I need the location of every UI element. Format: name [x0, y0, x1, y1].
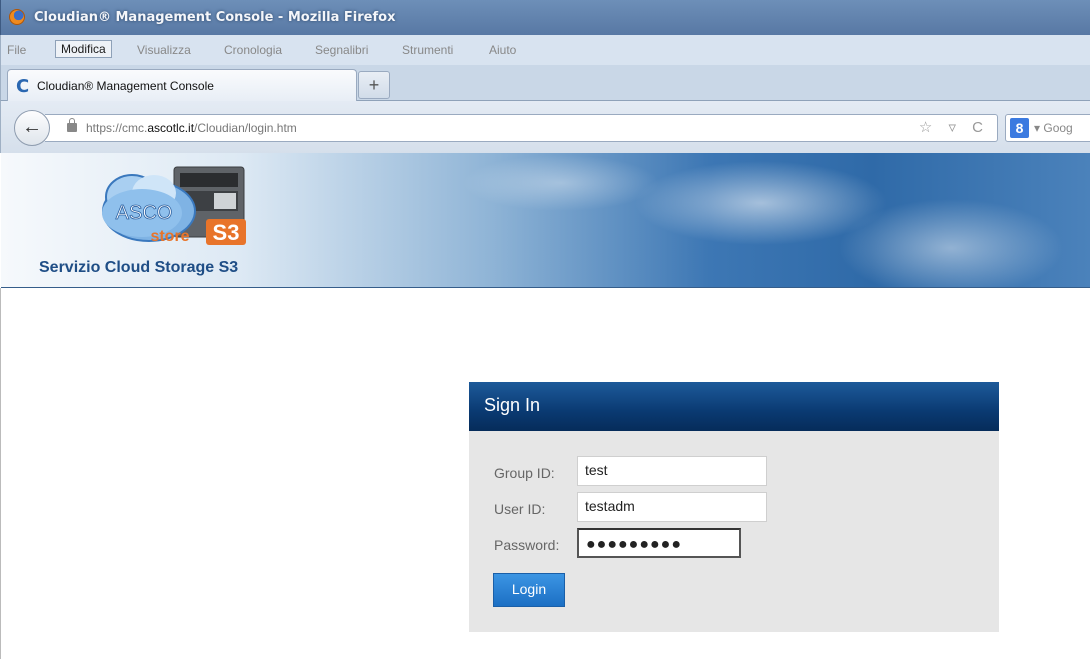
- menu-modifica[interactable]: Modifica: [55, 40, 112, 58]
- service-title: Servizio Cloud Storage S3: [39, 259, 239, 276]
- signin-heading: Sign In: [469, 382, 999, 431]
- group-id-label: Group ID:: [494, 465, 555, 481]
- menu-strumenti[interactable]: Strumenti: [397, 41, 458, 59]
- tab-title: Cloudian® Management Console: [37, 79, 214, 93]
- password-masked-value: ●●●●●●●●●: [586, 536, 682, 553]
- google-search-icon[interactable]: 8: [1010, 118, 1029, 138]
- group-id-input[interactable]: test: [577, 456, 767, 486]
- page-left-border: [0, 288, 1, 659]
- menu-file[interactable]: File: [2, 41, 31, 59]
- logo-text-top: ASCO: [116, 202, 173, 224]
- page-banner: S3 ASCO store Servizio Cloud Storage S3: [1, 153, 1090, 288]
- menu-cronologia[interactable]: Cronologia: [219, 41, 287, 59]
- cloudian-favicon-icon: C: [16, 76, 30, 97]
- bookmark-reload-icons[interactable]: ☆ ▿ C: [919, 118, 989, 136]
- logo-s3-badge: S3: [213, 220, 240, 245]
- menu-bar: File Modifica Visualizza Cronologia Segn…: [0, 35, 1090, 65]
- menu-visualizza[interactable]: Visualizza: [132, 41, 196, 59]
- logo-text-bottom: store: [150, 228, 189, 245]
- lock-icon: [67, 118, 77, 132]
- window-title: Cloudian® Management Console - Mozilla F…: [34, 10, 396, 25]
- signin-panel: Sign In Group ID: test User ID: testadm …: [469, 382, 999, 632]
- navigation-bar: https://cmc.ascotlc.it/Cloudian/login.ht…: [0, 101, 1090, 153]
- menu-segnalibri[interactable]: Segnalibri: [310, 41, 373, 59]
- password-input[interactable]: ●●●●●●●●●: [577, 528, 741, 558]
- url-bar[interactable]: https://cmc.ascotlc.it/Cloudian/login.ht…: [45, 114, 998, 142]
- search-placeholder: ▾ Goog: [1034, 121, 1073, 135]
- back-button[interactable]: ←: [14, 110, 50, 146]
- new-tab-button[interactable]: +: [358, 71, 390, 99]
- user-id-input[interactable]: testadm: [577, 492, 767, 522]
- browser-tab[interactable]: C Cloudian® Management Console: [7, 69, 357, 101]
- window-titlebar: Cloudian® Management Console - Mozilla F…: [0, 0, 1090, 35]
- login-button[interactable]: Login: [493, 573, 565, 607]
- url-text: https://cmc.ascotlc.it/Cloudian/login.ht…: [86, 121, 297, 135]
- url-domain: ascotlc.it: [147, 121, 195, 135]
- tab-strip: C Cloudian® Management Console +: [0, 65, 1090, 101]
- menu-aiuto[interactable]: Aiuto: [484, 41, 521, 59]
- search-box[interactable]: 8 ▾ Goog: [1005, 114, 1090, 142]
- user-id-label: User ID:: [494, 501, 546, 517]
- firefox-logo-icon: [9, 9, 25, 25]
- ascostore-logo: S3 ASCO store: [102, 166, 246, 245]
- password-label: Password:: [494, 537, 560, 553]
